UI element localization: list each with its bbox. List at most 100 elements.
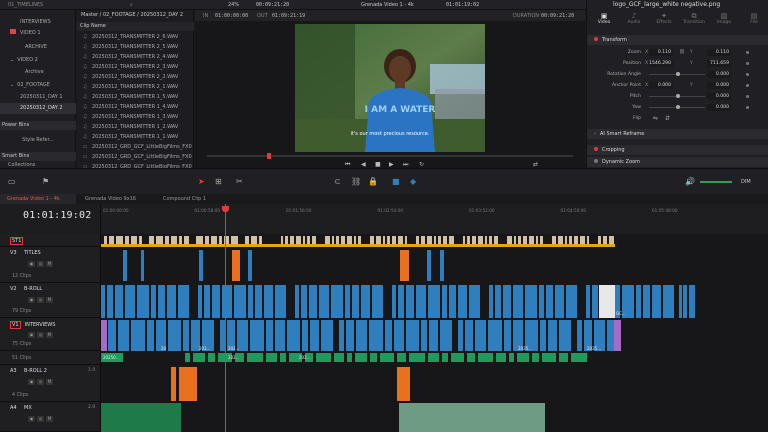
subtitle-clip[interactable] — [245, 236, 250, 244]
title-clip[interactable] — [248, 250, 252, 281]
subtitle-clip[interactable] — [109, 236, 115, 244]
blade-tool-icon[interactable]: ✂ — [236, 177, 243, 186]
subtitle-clip[interactable] — [540, 236, 544, 244]
audio-clip[interactable] — [266, 353, 278, 362]
subtitle-clip[interactable] — [179, 236, 183, 244]
audio-clip[interactable] — [542, 353, 557, 362]
b-roll-clip[interactable] — [372, 285, 384, 318]
breadcrumb[interactable]: Master / 02_FOOTAGE / 20250312_DAY 2 — [81, 12, 183, 18]
mute-icon[interactable]: M — [46, 297, 53, 303]
subtitle-clip[interactable] — [494, 236, 499, 244]
audio-clip[interactable] — [467, 353, 476, 362]
b-roll-clip[interactable] — [101, 285, 106, 318]
subtitle-clip[interactable] — [485, 236, 488, 244]
subtitle-clip[interactable] — [312, 236, 317, 244]
b-roll-clip[interactable] — [158, 285, 166, 318]
tab-file[interactable]: ▤ File — [739, 12, 768, 25]
subtitle-clip[interactable] — [507, 236, 513, 244]
transform-section-header[interactable]: Transform — [587, 35, 768, 45]
audio-clip[interactable] — [532, 353, 540, 362]
audio-clip[interactable] — [397, 353, 407, 362]
b-roll-clip[interactable] — [137, 285, 150, 318]
interview-clip[interactable] — [287, 320, 301, 351]
b-roll-clip[interactable] — [115, 285, 124, 318]
track-header[interactable]: A4 MX — [10, 405, 32, 411]
bin-item[interactable]: ⌄ VIDEO 2 — [0, 55, 76, 66]
b-roll-clip[interactable] — [392, 285, 397, 318]
slider-knob[interactable] — [676, 105, 681, 109]
b-roll-clip[interactable] — [331, 285, 344, 318]
subtitle-clip[interactable] — [523, 236, 528, 244]
param-value-field[interactable]: 0.000 — [707, 104, 731, 111]
title-clip[interactable] — [232, 250, 240, 281]
interview-clip[interactable] — [465, 320, 474, 351]
list-item[interactable]: ▭ 20250312_GRD_GCF_LittleBigFilms_FX0 — [77, 142, 194, 152]
b-roll-clip[interactable] — [539, 285, 545, 318]
list-item[interactable]: ♫ 20250312_TRANSMITTER 2_1.WAV — [77, 82, 194, 92]
audio-clip[interactable] — [355, 353, 368, 362]
audio-clip[interactable] — [316, 353, 332, 362]
flip-horizontal-icon[interactable]: ⇋ — [653, 114, 658, 123]
interview-clip[interactable] — [310, 320, 320, 351]
interview-clip[interactable] — [356, 320, 368, 351]
subtitle-clip[interactable] — [358, 236, 362, 244]
b-roll-clip[interactable] — [398, 285, 405, 318]
mute-icon[interactable]: M — [46, 332, 53, 338]
audio-clip[interactable] — [380, 353, 395, 362]
volume-slider[interactable] — [700, 181, 732, 183]
subtitle-clip[interactable] — [383, 236, 386, 244]
subtitle-clip[interactable] — [478, 236, 484, 244]
audio-clip[interactable] — [451, 353, 465, 362]
subtitle-clip[interactable] — [392, 236, 397, 244]
b-roll-clip[interactable] — [309, 285, 318, 318]
interview-clip[interactable] — [183, 320, 190, 351]
b-roll-clip[interactable] — [212, 285, 221, 318]
interview-clip[interactable] — [168, 320, 182, 351]
subtitle-clip[interactable] — [370, 236, 375, 244]
b-roll-clip[interactable] — [546, 285, 554, 318]
slider-knob[interactable] — [676, 72, 681, 76]
interview-clip[interactable] — [475, 320, 487, 351]
subtitle-clip[interactable] — [574, 236, 579, 244]
subtitle-clip[interactable] — [303, 236, 306, 244]
interview-clip[interactable] — [488, 320, 503, 351]
logo-overlay-clip[interactable] — [101, 244, 615, 247]
b-roll-clip[interactable] — [683, 285, 688, 318]
interview-clip[interactable] — [108, 320, 117, 351]
b-roll-clip[interactable] — [449, 285, 457, 318]
match-frame-icon[interactable]: ⇄ — [533, 161, 538, 168]
subtitle-clip[interactable] — [184, 236, 190, 244]
subtitle-clip[interactable] — [281, 236, 284, 244]
subtitle-clip[interactable] — [196, 236, 204, 244]
audio-clip[interactable] — [171, 367, 176, 401]
subtitle-clip[interactable] — [472, 236, 477, 244]
subtitle-clip[interactable] — [427, 236, 433, 244]
clip-name-column-header[interactable]: Clip Name — [77, 22, 194, 31]
snapping-icon[interactable]: ⊂ — [334, 177, 341, 186]
track-header[interactable]: ST1 — [10, 237, 27, 245]
slider-knob[interactable] — [676, 94, 681, 98]
subtitle-clip[interactable] — [514, 236, 517, 244]
subtitle-clip[interactable] — [231, 236, 239, 244]
subtitle-clip[interactable] — [580, 236, 586, 244]
b-roll-clip[interactable] — [469, 285, 481, 318]
interview-clip[interactable] — [385, 320, 393, 351]
subtitle-clip[interactable] — [149, 236, 155, 244]
power-bins-header[interactable]: Power Bins — [0, 121, 76, 130]
subtitle-clip[interactable] — [398, 236, 404, 244]
b-roll-clip[interactable] — [428, 285, 441, 318]
keyframe-dot-icon[interactable] — [746, 84, 749, 87]
title-clip[interactable] — [400, 250, 409, 281]
subtitle-clip[interactable] — [296, 236, 302, 244]
b-roll-clip[interactable] — [689, 285, 696, 318]
keyframe-dot-icon[interactable] — [746, 51, 749, 54]
param-slider[interactable] — [649, 94, 705, 98]
subtitle-clip[interactable] — [341, 236, 346, 244]
interview-clip[interactable] — [346, 320, 355, 351]
tab-audio[interactable]: ♪ Audio — [619, 12, 649, 25]
keyframe-dot-icon[interactable] — [746, 62, 749, 65]
list-item[interactable]: ♫ 20250312_TRANSMITTER 1_2.WAV — [77, 122, 194, 132]
subtitle-clip[interactable] — [569, 236, 573, 244]
tab-video[interactable]: ▣ Video — [589, 12, 619, 25]
in-timecode[interactable]: 01:00:00:00 — [215, 13, 248, 19]
